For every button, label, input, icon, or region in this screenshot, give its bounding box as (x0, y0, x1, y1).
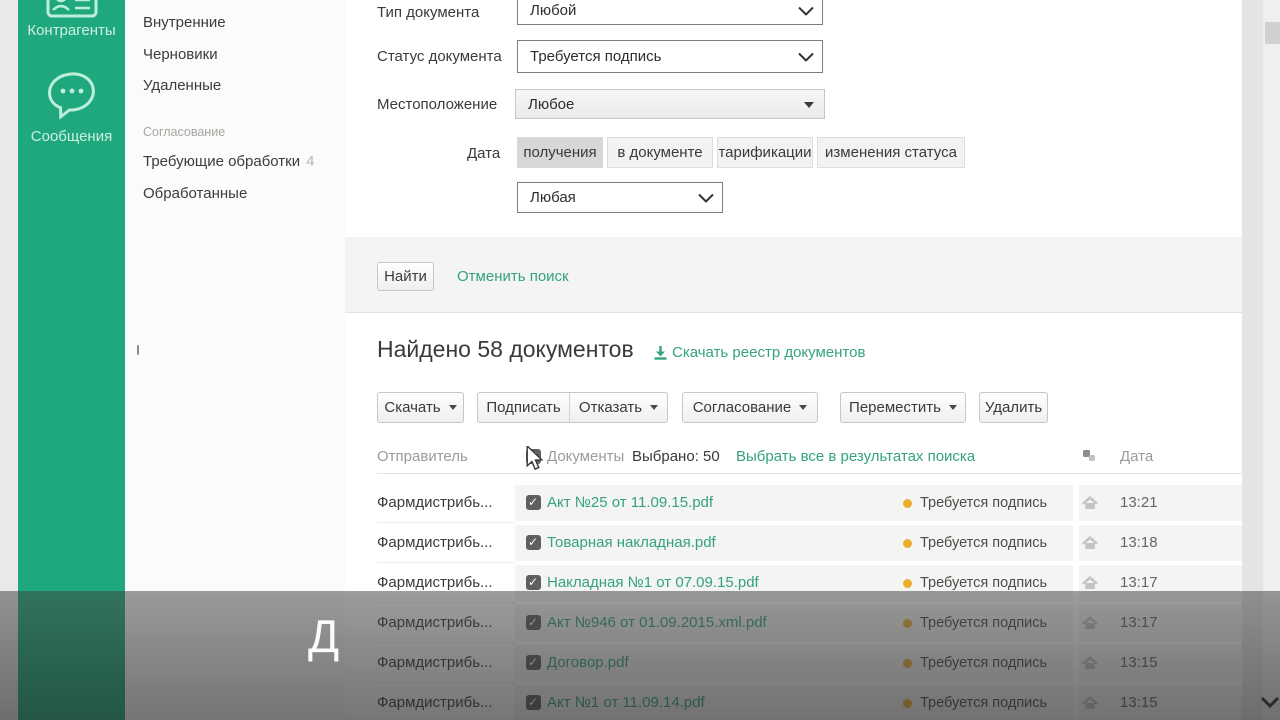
doc-status-value: Требуется подпись (530, 48, 662, 65)
chevron-down-icon (798, 48, 814, 65)
video-overlay: Д (0, 591, 1280, 720)
doc-status-label: Статус документа (377, 48, 502, 65)
sidebar-item-contacts[interactable]: Контрагенты (18, 0, 125, 39)
menu-section-approval: Согласование (143, 125, 226, 139)
selected-count: Выбрано: 50 (632, 448, 720, 465)
overlay-letter: Д (308, 610, 340, 662)
document-link[interactable]: Акт №25 от 11.09.15.pdf (547, 483, 713, 523)
date-tab-received[interactable]: получения (517, 137, 603, 168)
download-registry-link[interactable]: Скачать реестр документов (672, 344, 865, 361)
row-background (1079, 485, 1242, 521)
scrollbar-thumb[interactable] (1265, 22, 1280, 44)
refuse-button-label: Отказать (578, 399, 643, 416)
menu-item-requiring-processing[interactable]: Требующие обработки 4 (143, 153, 314, 170)
search-form-footer: Найти Отменить поиск (345, 237, 1242, 313)
id-card-icon (46, 0, 97, 18)
row-checkbox[interactable] (526, 495, 541, 510)
row-checkbox[interactable] (526, 535, 541, 550)
select-all-results-link[interactable]: Выбрать все в результатах поиска (736, 448, 975, 465)
home-icon (1082, 536, 1098, 554)
date-tab-in-document[interactable]: в документе (607, 137, 713, 168)
row-sender: Фармдистрибь... (377, 534, 493, 551)
doc-type-select[interactable]: Любой (517, 0, 823, 25)
row-checkbox[interactable] (526, 575, 541, 590)
download-button[interactable]: Скачать (377, 392, 464, 423)
table-row[interactable]: Фармдистрибь... Акт №25 от 11.09.15.pdf … (345, 483, 1242, 523)
location-value: Любое (528, 95, 575, 113)
caret-down-icon (650, 405, 659, 410)
column-settings-icon[interactable] (1082, 449, 1097, 468)
column-header-documents: Документы (547, 448, 625, 465)
caret-down-icon (948, 405, 957, 410)
menu-item-deleted[interactable]: Удаленные (143, 77, 221, 94)
table-header-divider (377, 473, 1242, 474)
document-link[interactable]: Товарная накладная.pdf (547, 523, 716, 563)
date-tab-status-change[interactable]: изменения статуса (817, 137, 965, 168)
column-header-sender: Отправитель (377, 448, 468, 465)
row-status: Требуется подпись (920, 495, 1048, 511)
approval-button-label: Согласование (692, 399, 792, 416)
download-button-label: Скачать (384, 399, 441, 416)
caret-down-icon (799, 405, 808, 410)
row-time: 13:18 (1120, 534, 1158, 551)
cancel-search-link[interactable]: Отменить поиск (457, 268, 569, 285)
table-row[interactable]: Фармдистрибь... Товарная накладная.pdf Т… (345, 523, 1242, 563)
download-icon (653, 345, 668, 365)
sign-refuse-button-group: Подписать Отказать (477, 392, 668, 423)
move-button-label: Переместить (849, 399, 941, 416)
menu-item-count-badge: 4 (306, 153, 315, 170)
menu-item-drafts[interactable]: Черновики (143, 46, 218, 63)
results-title: Найдено 58 документов (377, 336, 634, 362)
caret-down-icon (448, 405, 457, 410)
status-dot-icon (903, 499, 912, 508)
approval-button[interactable]: Согласование (682, 392, 818, 423)
sidebar-messages-label: Сообщения (30, 128, 113, 145)
doc-type-value: Любой (530, 2, 577, 19)
row-sender: Фармдистрибь... (377, 494, 493, 511)
doc-status-select[interactable]: Требуется подпись (517, 40, 823, 73)
doc-type-label: Тип документа (377, 4, 480, 21)
column-header-date: Дата (1120, 448, 1154, 465)
mouse-cursor (524, 444, 546, 477)
triangle-down-icon (804, 102, 814, 108)
row-status: Требуется подпись (920, 535, 1048, 551)
location-label: Местоположение (377, 96, 498, 113)
date-label: Дата (467, 145, 501, 162)
date-tab-billing[interactable]: тарификации (717, 137, 813, 168)
sidebar-item-messages[interactable]: Сообщения (18, 70, 125, 145)
location-dropdown[interactable]: Любое (515, 89, 825, 119)
speech-bubble-icon (47, 72, 95, 120)
delete-button[interactable]: Удалить (979, 392, 1048, 423)
sign-button[interactable]: Подписать (478, 393, 569, 422)
date-period-select[interactable]: Любая (517, 182, 723, 213)
row-background (1079, 525, 1242, 561)
menu-item-internal[interactable]: Внутренние (143, 14, 226, 31)
menu-item-label: Требующие обработки (143, 153, 301, 170)
refuse-button[interactable]: Отказать (570, 393, 667, 422)
find-button[interactable]: Найти (377, 262, 434, 291)
app-window: Контрагенты Сообщения Внутренние Чернови… (0, 0, 1280, 720)
move-button[interactable]: Переместить (840, 392, 966, 423)
menu-item-processed[interactable]: Обработанные (143, 185, 247, 202)
row-time: 13:21 (1120, 494, 1158, 511)
status-dot-icon (903, 579, 912, 588)
chevron-down-icon (698, 189, 714, 206)
menu-scroll-nub (137, 345, 139, 355)
status-dot-icon (903, 539, 912, 548)
chevron-down-icon (798, 2, 814, 19)
date-period-value: Любая (530, 189, 576, 206)
sidebar-contacts-label: Контрагенты (27, 22, 116, 39)
home-icon (1082, 496, 1098, 514)
